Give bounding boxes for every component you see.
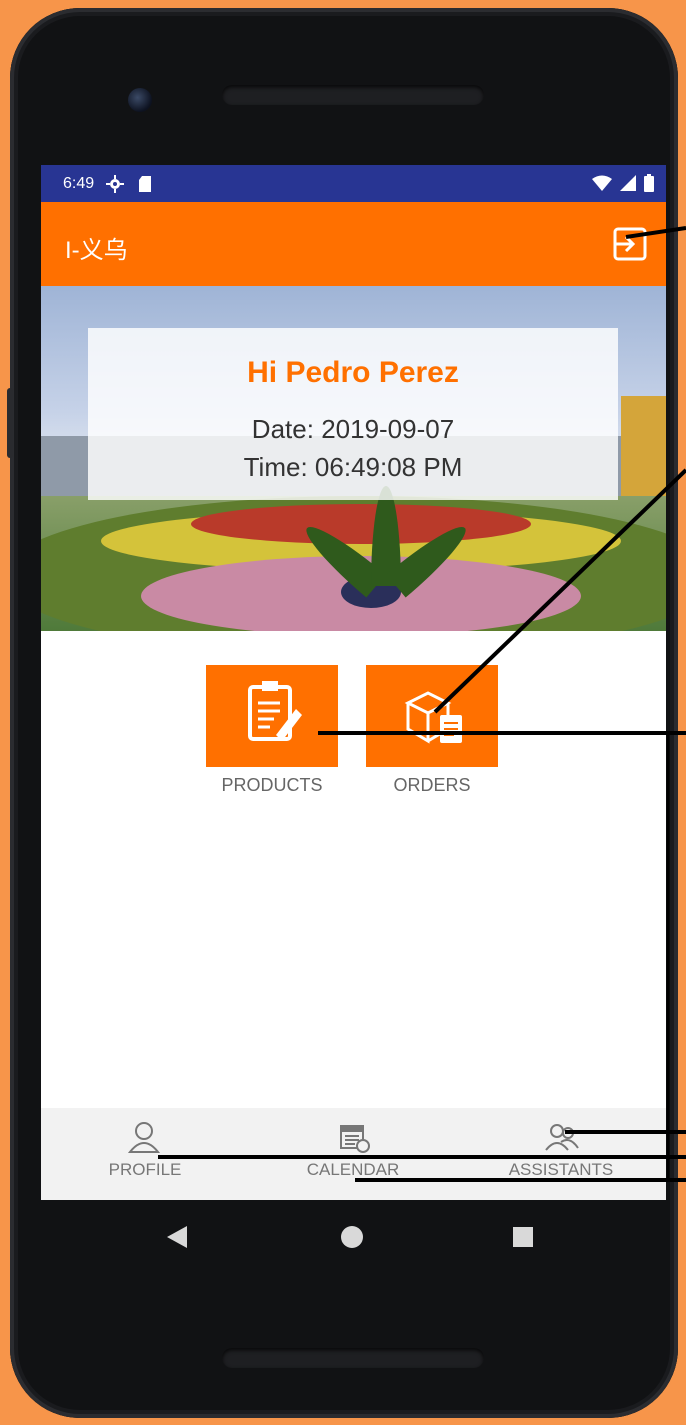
annotation-lines xyxy=(158,226,686,1182)
